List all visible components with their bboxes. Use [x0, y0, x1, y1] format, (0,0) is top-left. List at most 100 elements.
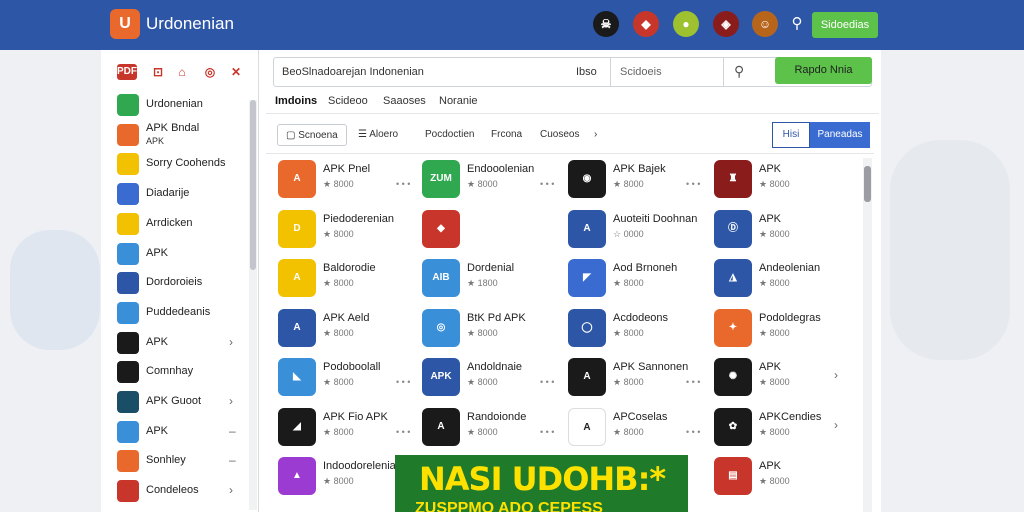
- app-card[interactable]: A APK Sannonen ★ 8000 • • •: [568, 356, 708, 402]
- chevron-right-icon[interactable]: –: [229, 453, 236, 467]
- app-card[interactable]: Ⓓ APK ★ 8000: [714, 208, 854, 254]
- app-title[interactable]: Randoionde: [467, 411, 526, 423]
- app-card[interactable]: APK Andoldnaie ★ 8000 • • •: [422, 356, 562, 402]
- more-options-icon[interactable]: • • •: [686, 427, 700, 437]
- avatar-icon[interactable]: ☺: [752, 11, 778, 37]
- sidebar-item[interactable]: Sorry Coohends: [117, 151, 247, 177]
- robot-icon[interactable]: ◆: [633, 11, 659, 37]
- app-card[interactable]: A Auoteiti Doohnan ☆ 0000: [568, 208, 708, 254]
- pirate-badge-icon[interactable]: ☠: [593, 11, 619, 37]
- app-icon[interactable]: ✦: [714, 308, 752, 347]
- app-card[interactable]: ✦ Podoldegras ★ 8000: [714, 307, 854, 353]
- app-card[interactable]: ◎ BtK Pd APK ★ 8000: [422, 307, 562, 353]
- sidebar-item[interactable]: Urdonenian: [117, 92, 247, 118]
- more-options-icon[interactable]: • • •: [540, 377, 554, 387]
- app-card[interactable]: ✿ APKCendies ★ 8000 ›: [714, 406, 854, 452]
- app-title[interactable]: APK: [759, 361, 781, 373]
- app-title[interactable]: APK Sannonen: [613, 361, 688, 373]
- app-title[interactable]: APKCendies: [759, 411, 821, 423]
- promo-banner[interactable]: NASI UDOHB:* ZUSPPMO ADO CEPESS: [395, 455, 688, 512]
- app-card[interactable]: ◢ APK Fio APK ★ 8000 • • •: [278, 406, 418, 452]
- app-card[interactable]: ◆: [422, 208, 562, 254]
- more-options-icon[interactable]: • • •: [396, 377, 410, 387]
- search-icon[interactable]: ⚲: [734, 63, 744, 80]
- address-text[interactable]: BeoSlnadoarejan Indonenian: [282, 66, 424, 78]
- app-icon[interactable]: ◉: [568, 160, 606, 198]
- app-card[interactable]: ◮ Andeolenian ★ 8000: [714, 257, 854, 303]
- app-icon[interactable]: ▲: [278, 457, 316, 495]
- app-title[interactable]: APK: [759, 213, 781, 225]
- more-options-icon[interactable]: • • •: [540, 179, 554, 189]
- chevron-right-icon[interactable]: ›: [594, 124, 597, 146]
- app-card[interactable]: ◣ Podoboolall ★ 8000 • • •: [278, 356, 418, 402]
- sort-button[interactable]: ☰ Aloero: [358, 124, 398, 146]
- app-icon[interactable]: APK: [422, 358, 460, 396]
- primary-action-button[interactable]: Rapdo Nnia: [775, 57, 872, 84]
- app-card[interactable]: D Piedoderenian ★ 8000: [278, 208, 418, 254]
- platform-filter[interactable]: Frcona: [491, 124, 522, 146]
- app-title[interactable]: APK Fio APK: [323, 411, 388, 423]
- app-title[interactable]: Endooolenian: [467, 163, 534, 175]
- app-icon[interactable]: ✿: [714, 407, 752, 446]
- pdf-tab[interactable]: PDF: [117, 64, 137, 80]
- header-action-button[interactable]: Sidoedias: [812, 12, 878, 38]
- app-title[interactable]: Acdodeons: [613, 312, 668, 324]
- brand-name[interactable]: Urdonenian: [146, 14, 234, 34]
- shield-badge-icon[interactable]: ◈: [713, 11, 739, 37]
- app-card[interactable]: A Randoionde ★ 8000 • • •: [422, 406, 562, 452]
- tab-2[interactable]: Saaoses: [383, 95, 426, 107]
- sidebar-item[interactable]: Sonhley –: [117, 448, 247, 474]
- app-card[interactable]: A APCoselas ★ 8000 • • •: [568, 406, 708, 452]
- sidebar-item[interactable]: Dordoroieis: [117, 270, 247, 296]
- sidebar-item[interactable]: APK ›: [117, 330, 247, 356]
- app-icon[interactable]: A: [568, 358, 606, 396]
- app-title[interactable]: APK Aeld: [323, 312, 369, 324]
- sidebar-item[interactable]: Arrdicken: [117, 211, 247, 237]
- fruit-icon[interactable]: ●: [673, 11, 699, 37]
- grid-scrollbar-thumb[interactable]: [864, 166, 871, 202]
- more-options-icon[interactable]: • • •: [686, 179, 700, 189]
- app-icon[interactable]: ◢: [278, 407, 316, 446]
- app-card[interactable]: A APK Pnel ★ 8000 • • •: [278, 158, 418, 204]
- app-icon[interactable]: D: [278, 209, 316, 248]
- app-icon[interactable]: ✺: [714, 358, 752, 396]
- app-card[interactable]: ◤ Aod Brnoneh ★ 8000: [568, 257, 708, 303]
- other-filter[interactable]: Cuoseos: [540, 124, 579, 146]
- app-icon[interactable]: A: [278, 259, 316, 297]
- app-title[interactable]: Andeolenian: [759, 262, 820, 274]
- app-icon[interactable]: Ⓓ: [714, 209, 752, 248]
- app-card[interactable]: A Baldorodie ★ 8000: [278, 257, 418, 303]
- app-icon[interactable]: ♜: [714, 160, 752, 198]
- app-icon[interactable]: ▤: [714, 457, 752, 495]
- app-title[interactable]: Baldorodie: [323, 262, 376, 274]
- search-icon[interactable]: ⚲: [787, 14, 807, 34]
- more-options-icon[interactable]: • • •: [396, 179, 410, 189]
- app-icon[interactable]: ZUM: [422, 160, 460, 198]
- app-title[interactable]: Andoldnaie: [467, 361, 522, 373]
- home-tab-icon[interactable]: ⌂: [173, 64, 191, 80]
- tab-1[interactable]: Scideoo: [328, 95, 368, 107]
- app-icon[interactable]: A: [568, 407, 606, 446]
- chevron-right-icon[interactable]: ›: [229, 483, 233, 497]
- sidebar-item[interactable]: APK –: [117, 419, 247, 445]
- sidebar-item[interactable]: APK Bndal APK: [117, 122, 247, 148]
- app-icon[interactable]: ◮: [714, 259, 752, 297]
- app-icon[interactable]: A: [422, 407, 460, 446]
- app-icon[interactable]: ◯: [568, 308, 606, 347]
- app-title[interactable]: APK: [759, 460, 781, 472]
- app-icon[interactable]: A: [568, 209, 606, 248]
- app-logo[interactable]: U: [110, 9, 140, 39]
- app-icon[interactable]: ◆: [422, 209, 460, 248]
- grid-scrollbar[interactable]: [863, 158, 872, 512]
- app-title[interactable]: Indoodorelenian: [323, 460, 402, 472]
- app-title[interactable]: APK Bajek: [613, 163, 666, 175]
- view-toggle-list[interactable]: Hisi: [772, 122, 810, 148]
- chevron-right-icon[interactable]: –: [229, 424, 236, 438]
- app-card[interactable]: ▤ APK ★ 8000: [714, 455, 854, 501]
- filter-button[interactable]: ▢ Scnoena: [277, 124, 347, 146]
- app-card[interactable]: ZUM Endooolenian ★ 8000 • • •: [422, 158, 562, 204]
- app-title[interactable]: APK: [759, 163, 781, 175]
- app-icon[interactable]: ◎: [422, 308, 460, 347]
- close-icon[interactable]: ✕: [227, 64, 245, 80]
- tab-0[interactable]: Imdoins: [275, 95, 317, 107]
